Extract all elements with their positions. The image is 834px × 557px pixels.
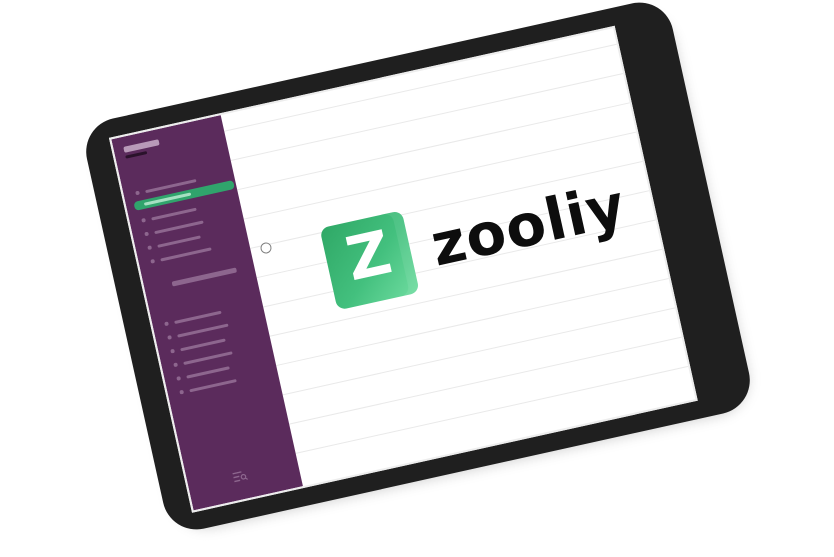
sidebar-item-placeholder <box>183 350 233 365</box>
sidebar-item-placeholder <box>157 234 201 248</box>
tablet-screen: Z zooliy <box>108 25 698 513</box>
bullet-icon <box>179 389 185 395</box>
bullet-icon <box>141 217 146 223</box>
bullet-icon <box>135 190 140 196</box>
sidebar-item-placeholder <box>143 192 192 206</box>
bullet-icon <box>176 376 182 381</box>
sidebar-section-heading <box>171 267 238 287</box>
sidebar-brand-placeholder <box>123 139 160 153</box>
sidebar-brand-sub-placeholder <box>125 150 148 159</box>
sidebar <box>111 115 303 511</box>
brand-mark-letter: Z <box>339 217 398 296</box>
list-search-icon[interactable] <box>232 470 248 483</box>
brand-mark: Z <box>319 210 420 311</box>
bullet-icon <box>144 231 150 237</box>
bullet-icon <box>170 348 175 354</box>
brand-wordmark: zooliy <box>424 170 632 280</box>
sidebar-item-placeholder <box>174 310 222 324</box>
bullet-icon <box>150 258 156 264</box>
bullet-icon <box>164 321 169 327</box>
tablet-device: Z zooliy <box>79 0 757 536</box>
sidebar-item-placeholder <box>160 246 212 262</box>
sidebar-item-placeholder <box>180 337 226 351</box>
sidebar-item-placeholder <box>154 219 204 234</box>
sidebar-item-placeholder <box>189 378 237 392</box>
sidebar-item-placeholder <box>186 365 230 379</box>
illustration-scene: Z zooliy <box>0 0 834 557</box>
sidebar-item-placeholder <box>177 323 229 338</box>
sidebar-item-placeholder <box>151 207 197 221</box>
bullet-icon <box>173 362 179 368</box>
brand-logo: Z zooliy <box>319 163 634 311</box>
bullet-icon <box>167 335 172 340</box>
bullet-icon <box>147 245 153 251</box>
